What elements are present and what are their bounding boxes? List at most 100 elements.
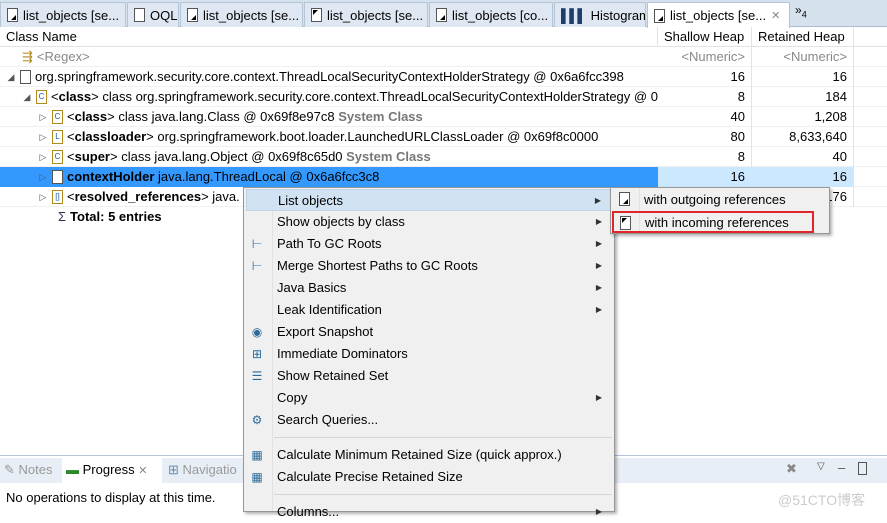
- tab-list-objects-3[interactable]: list_objects [se...: [304, 2, 428, 27]
- shallow-heap-value: 16: [658, 67, 752, 87]
- column-retained-heap[interactable]: Retained Heap: [752, 27, 854, 47]
- sum-icon: Σ: [58, 209, 67, 224]
- shallow-filter-input[interactable]: <Numeric>: [658, 47, 752, 67]
- class-object-icon: []: [52, 190, 63, 204]
- tab-list-objects-2[interactable]: list_objects [se...: [180, 2, 303, 27]
- column-class-name[interactable]: Class Name: [0, 27, 658, 47]
- object-icon: [52, 170, 63, 184]
- navigation-icon: ⊞: [168, 462, 179, 477]
- calculator-icon: ▦: [251, 448, 263, 462]
- tab-list-objects-1[interactable]: list_objects [se...: [0, 2, 126, 27]
- class-object-icon: C: [36, 90, 47, 104]
- minimize-icon[interactable]: –: [838, 460, 845, 475]
- menu-item-search-queries[interactable]: ⚙ Search Queries...: [246, 409, 612, 431]
- remove-all-icon[interactable]: ✖: [786, 461, 797, 477]
- merge-paths-icon: ⊢: [251, 259, 263, 273]
- submenu-arrow-icon: ▶: [595, 283, 602, 292]
- tab-progress[interactable]: ▬ Progress ✕: [62, 458, 162, 483]
- document-outgoing-icon: [436, 8, 447, 22]
- submenu-arrow-icon: ▶: [595, 305, 602, 314]
- retained-heap-value: 184: [752, 87, 854, 107]
- menu-item-leak-identification[interactable]: Leak Identification ▶: [246, 299, 612, 321]
- menu-item-calculate-minimum-retained-size-quick-approx[interactable]: ▦ Calculate Minimum Retained Size (quick …: [246, 444, 612, 466]
- submenu-incoming-references[interactable]: with incoming references: [612, 211, 814, 233]
- retained-heap-value: 16: [752, 167, 854, 187]
- column-shallow-heap[interactable]: Shallow Heap: [658, 27, 752, 47]
- context-menu: List objects ▶ Show objects by class ▶ ⊢ Path…: [243, 187, 615, 519]
- submenu-arrow-icon: ▶: [595, 217, 602, 226]
- object-icon: [20, 70, 31, 84]
- table-row[interactable]: ▷ C <super> class java.lang.Object @ 0x69f…: [0, 147, 887, 167]
- close-icon[interactable]: ✕: [138, 465, 147, 477]
- menu-item-calculate-precise-retained-size[interactable]: ▦ Calculate Precise Retained Size: [246, 466, 612, 488]
- table-row[interactable]: ◢ C <class> class org.springframework.secu…: [0, 87, 887, 107]
- filter-icon: ⇶: [22, 49, 33, 64]
- oql-icon: [134, 8, 145, 22]
- submenu-arrow-icon: ▶: [595, 507, 602, 516]
- progress-message: No operations to display at this time.: [6, 490, 216, 505]
- menu-item-columns[interactable]: Columns... ▶: [246, 501, 612, 523]
- table-row[interactable]: ▷ C <class> class java.lang.Class @ 0x69f8…: [0, 107, 887, 127]
- menu-item-show-objects-by-class[interactable]: Show objects by class ▶: [246, 211, 612, 233]
- retained-heap-value: 40: [752, 147, 854, 167]
- editor-tab-bar: list_objects [se... OQL list_objects [se…: [0, 0, 887, 28]
- menu-separator: [274, 437, 612, 438]
- submenu-arrow-icon: ▶: [594, 196, 601, 205]
- expand-toggle-icon[interactable]: ▷: [38, 127, 48, 147]
- expand-toggle-icon[interactable]: ▷: [38, 187, 48, 207]
- menu-item-copy[interactable]: Copy ▶: [246, 387, 612, 409]
- shallow-heap-value: 16: [658, 167, 752, 187]
- menu-item-immediate-dominators[interactable]: ⊞ Immediate Dominators: [246, 343, 612, 365]
- document-incoming-icon: [620, 216, 631, 230]
- expand-toggle-icon[interactable]: ◢: [22, 87, 32, 107]
- document-outgoing-icon: [187, 8, 198, 22]
- tab-list-objects-active[interactable]: list_objects [se... ✕: [647, 2, 790, 28]
- maximize-icon[interactable]: [858, 462, 867, 475]
- menu-item-export-snapshot[interactable]: ◉ Export Snapshot: [246, 321, 612, 343]
- filter-row: ⇶ <Regex> <Numeric> <Numeric>: [0, 47, 887, 67]
- shallow-heap-value: 40: [658, 107, 752, 127]
- shallow-heap-value: 8: [658, 147, 752, 167]
- table-row[interactable]: ▷ contextHolder java.lang.ThreadLocal @ 0…: [0, 167, 887, 187]
- menu-item-show-retained-set[interactable]: ☰ Show Retained Set: [246, 365, 612, 387]
- retained-heap-value: 1,208: [752, 107, 854, 127]
- calculator-icon: ▦: [251, 470, 263, 484]
- class-name-filter-input[interactable]: <Regex>: [37, 47, 90, 67]
- submenu-arrow-icon: ▶: [595, 393, 602, 402]
- class-object-icon: L: [52, 130, 63, 144]
- tab-histogram[interactable]: ▌▌▌ Histogram: [554, 2, 646, 27]
- search-queries-icon: ⚙: [251, 413, 263, 427]
- menu-separator: [274, 494, 612, 495]
- document-outgoing-icon: [619, 192, 630, 206]
- table-row[interactable]: ▷ L <classloader> org.springframework.boot…: [0, 127, 887, 147]
- expand-toggle-icon[interactable]: ▷: [38, 107, 48, 127]
- expand-toggle-icon[interactable]: ◢: [6, 67, 16, 87]
- close-icon[interactable]: ✕: [771, 9, 780, 22]
- path-to-gc-roots-icon: ⊢: [251, 237, 263, 251]
- menu-item-java-basics[interactable]: Java Basics ▶: [246, 277, 612, 299]
- submenu-outgoing-references[interactable]: with outgoing references: [613, 189, 827, 211]
- list-objects-submenu: with outgoing references with incoming re…: [610, 187, 830, 234]
- expand-toggle-icon[interactable]: ▷: [38, 167, 48, 187]
- table-header: Class Name Shallow Heap Retained Heap: [0, 27, 887, 47]
- tab-oql[interactable]: OQL: [127, 2, 179, 27]
- document-outgoing-icon: [654, 8, 665, 23]
- menu-item-merge-shortest-paths-to-gc-roots[interactable]: ⊢ Merge Shortest Paths to GC Roots ▶: [246, 255, 612, 277]
- class-object-icon: C: [52, 150, 63, 164]
- document-outgoing-icon: [7, 8, 18, 22]
- expand-toggle-icon[interactable]: ▷: [38, 147, 48, 167]
- menu-item-list-objects[interactable]: List objects ▶: [246, 189, 612, 211]
- tab-navigation[interactable]: ⊞ Navigatio: [168, 462, 237, 478]
- retained-heap-value: 16: [752, 67, 854, 87]
- progress-icon: ▬: [66, 462, 79, 477]
- tab-overflow-button[interactable]: »4: [795, 3, 807, 19]
- menu-item-path-to-gc-roots[interactable]: ⊢ Path To GC Roots ▶: [246, 233, 612, 255]
- class-object-icon: C: [52, 110, 63, 124]
- tab-list-objects-4[interactable]: list_objects [co...: [429, 2, 553, 27]
- table-row[interactable]: ◢ org.springframework.security.core.conte…: [0, 67, 887, 87]
- shallow-heap-value: 80: [658, 127, 752, 147]
- tab-notes[interactable]: ✎ Notes: [4, 462, 52, 478]
- view-menu-icon[interactable]: ▽: [817, 461, 825, 472]
- retained-filter-input[interactable]: <Numeric>: [752, 47, 854, 67]
- export-snapshot-icon: ◉: [251, 325, 263, 339]
